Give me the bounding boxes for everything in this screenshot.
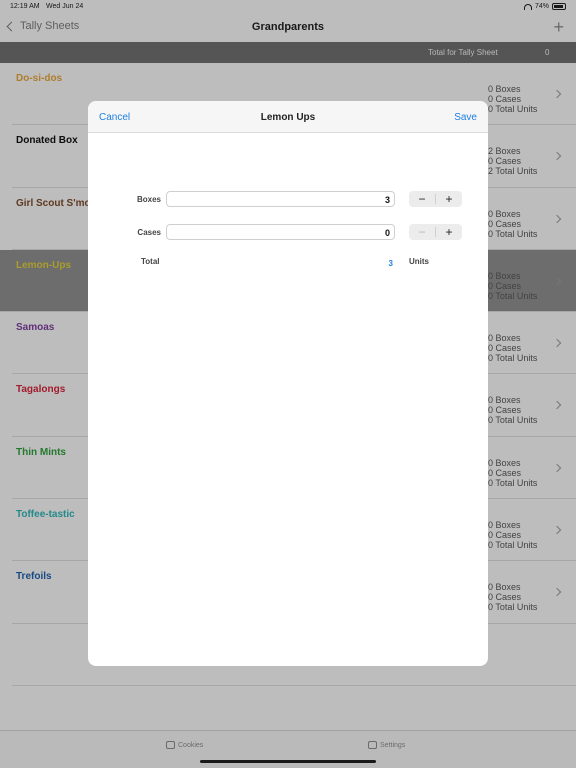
boxes-field[interactable]: 3 bbox=[166, 191, 395, 207]
cases-decrement-button[interactable]: − bbox=[409, 224, 435, 240]
boxes-increment-button[interactable]: + bbox=[436, 191, 462, 207]
save-button[interactable]: Save bbox=[454, 112, 477, 123]
cases-label: Cases bbox=[137, 228, 161, 237]
units-label: Units bbox=[409, 257, 429, 266]
total-value: 3 bbox=[388, 259, 393, 268]
boxes-label: Boxes bbox=[136, 195, 161, 204]
cases-increment-button[interactable]: + bbox=[436, 224, 462, 240]
boxes-stepper: − + bbox=[409, 191, 462, 207]
edit-quantity-modal: Cancel Lemon Ups Save Boxes 3 − + Cases … bbox=[88, 101, 488, 666]
cases-stepper: − + bbox=[409, 224, 462, 240]
cases-field[interactable]: 0 bbox=[166, 224, 395, 240]
modal-header: Cancel Lemon Ups Save bbox=[88, 101, 488, 133]
total-label: Total bbox=[141, 257, 160, 266]
boxes-decrement-button[interactable]: − bbox=[409, 191, 435, 207]
modal-title: Lemon Ups bbox=[260, 112, 316, 123]
